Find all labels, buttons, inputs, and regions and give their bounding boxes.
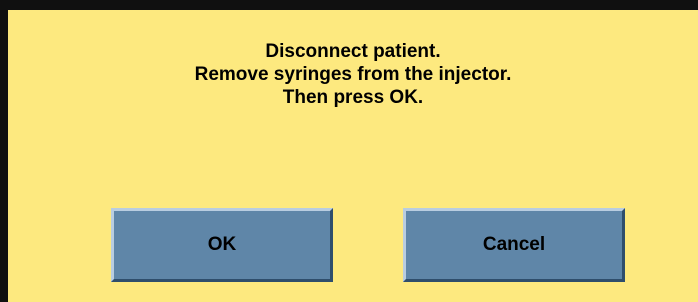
cancel-button[interactable]: Cancel [403,208,625,282]
message-line-press-ok: Then press OK. [282,87,424,108]
message-line-remove-syringes: Remove syringes from the injector. [194,64,512,85]
dialog-message: Disconnect patient. Remove syringes from… [8,40,698,109]
confirmation-dialog: Disconnect patient. Remove syringes from… [0,0,698,302]
ok-button-label: OK [207,234,237,255]
ok-button[interactable]: OK [111,208,333,282]
message-line-disconnect: Disconnect patient. [265,41,441,62]
cancel-button-label: Cancel [482,234,546,255]
